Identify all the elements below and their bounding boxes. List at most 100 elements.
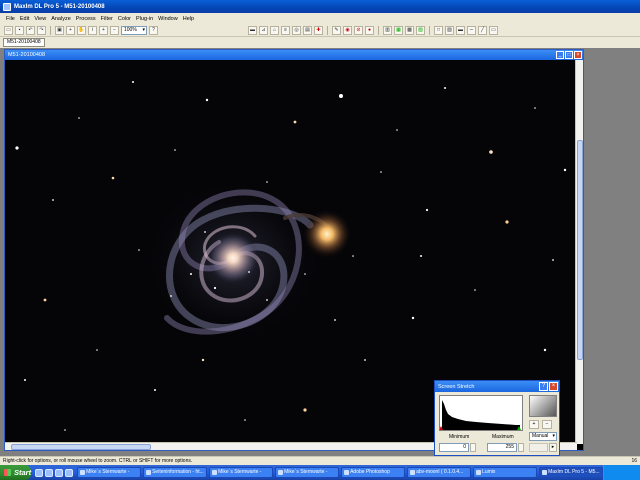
stretch-mode-select[interactable]: Manual	[529, 432, 557, 441]
maximum-spinner[interactable]	[518, 443, 524, 452]
hand-icon[interactable]: ✋	[77, 25, 86, 35]
toolbar-separator	[378, 25, 379, 35]
help-pointer-icon[interactable]: ?	[149, 25, 158, 35]
save-icon[interactable]: ▪	[15, 25, 24, 35]
menu-window[interactable]: Window	[158, 16, 178, 22]
status-hint: Right-click for options, or roll mouse w…	[3, 458, 193, 464]
minimize-button[interactable]: _	[556, 51, 564, 59]
app-title: MaxIm DL Pro 5 - M51-20100408	[14, 3, 105, 10]
task-item[interactable]: Mike´s Sternwarte -	[209, 467, 274, 478]
zoom-in-icon[interactable]: +	[99, 25, 108, 35]
mask-icon[interactable]: ▭	[489, 25, 498, 35]
record-icon[interactable]: ●	[365, 25, 374, 35]
camera-icon[interactable]: ▬	[248, 25, 257, 35]
help-button[interactable]: ?	[539, 382, 548, 391]
redo-icon[interactable]: ↷	[37, 25, 46, 35]
vertical-scroll-thumb[interactable]	[577, 140, 583, 360]
menu-analyze[interactable]: Analyze	[51, 16, 71, 22]
menu-process[interactable]: Process	[76, 16, 96, 22]
minimum-spinner[interactable]	[470, 443, 476, 452]
start-button[interactable]: Start	[0, 465, 32, 480]
menu-filter[interactable]: Filter	[101, 16, 113, 22]
task-item[interactable]: Lumix	[473, 467, 538, 478]
media-icon[interactable]	[65, 468, 74, 477]
image-icon[interactable]: ▨	[445, 25, 454, 35]
maximize-button[interactable]: □	[565, 51, 573, 59]
crosshair-icon[interactable]: +	[66, 25, 75, 35]
observatory-icon[interactable]: ⌂	[270, 25, 279, 35]
close-button[interactable]: ×	[574, 51, 582, 59]
zoom-out-icon[interactable]: −	[110, 25, 119, 35]
status-bar: Right-click for options, or roll mouse w…	[0, 456, 640, 465]
task-item[interactable]: Adobe Photoshop	[341, 467, 406, 478]
system-tray	[603, 465, 640, 480]
stop-icon[interactable]: ⊘	[354, 25, 363, 35]
close-button[interactable]: ×	[549, 382, 558, 391]
screen-stretch-controls: ? ×	[539, 382, 558, 391]
apply-button[interactable]	[529, 443, 548, 452]
calibrate-icon[interactable]: ▤	[303, 25, 312, 35]
pencil-icon[interactable]: ✎	[332, 25, 341, 35]
galaxy-core	[207, 232, 259, 284]
menu-file[interactable]: File	[6, 16, 15, 22]
vertical-scrollbar[interactable]	[575, 60, 583, 444]
undo-icon[interactable]: ↶	[26, 25, 35, 35]
menu-view[interactable]: View	[34, 16, 46, 22]
screen-stretch-titlebar[interactable]: Screen Stretch ? ×	[435, 381, 559, 392]
task-item[interactable]: Seiteninformation - ht...	[143, 467, 208, 478]
mark-icon[interactable]: ✚	[314, 25, 323, 35]
app-titlebar: MaxIm DL Pro 5 - M51-20100408	[0, 0, 640, 13]
desktop-icon[interactable]	[55, 468, 64, 477]
task-item-active[interactable]: MaxIm DL Pro 5 - M5...	[539, 467, 604, 478]
zoom-in-icon[interactable]: +	[529, 420, 539, 429]
film-icon[interactable]: ▬	[456, 25, 465, 35]
histogram-plot	[439, 400, 521, 430]
histogram-zoom-buttons: + −	[529, 420, 552, 429]
toolbar-separator	[429, 25, 430, 35]
main-toolbar: ▭ ▪ ↶ ↷ ▣ + ✋ i + − 100% ? ▬ ⊿ ⌂ ≡ ◎ ▤ ✚…	[0, 24, 640, 37]
info-icon[interactable]: i	[88, 25, 97, 35]
line-icon[interactable]: ╱	[478, 25, 487, 35]
companion-galaxy	[303, 210, 351, 258]
zoom-select[interactable]: 100%	[121, 25, 147, 35]
select-icon[interactable]: ▣	[55, 25, 64, 35]
status-right: 16	[631, 458, 637, 464]
horizontal-scroll-thumb[interactable]	[11, 444, 151, 450]
browser-icon[interactable]	[35, 468, 44, 477]
zoom-out-icon[interactable]: −	[542, 420, 552, 429]
histogram[interactable]	[439, 395, 523, 431]
task-item[interactable]: Mike´s Sternwarte -	[77, 467, 142, 478]
target-icon[interactable]: ◉	[343, 25, 352, 35]
maximum-label: Maximum	[492, 434, 514, 440]
curve-icon[interactable]: ∼	[467, 25, 476, 35]
table-icon[interactable]: ▩	[405, 25, 414, 35]
workspace: M51-20100408 _ □ × Screen Stretch ? × + …	[0, 48, 640, 456]
sequence-icon[interactable]: ≡	[281, 25, 290, 35]
maximum-input[interactable]: 255	[487, 443, 517, 452]
task-item[interactable]: abv-moonl ( 0.1.0.4...	[407, 467, 472, 478]
stack-icon[interactable]: ▧	[416, 25, 425, 35]
image-window-titlebar[interactable]: M51-20100408 _ □ ×	[5, 50, 583, 60]
app-icon	[3, 2, 11, 11]
histogram-icon[interactable]: ▥	[383, 25, 392, 35]
task-item[interactable]: Mike´s Sternwarte -	[275, 467, 340, 478]
toolbar-separator	[50, 25, 51, 35]
firefox-icon[interactable]	[45, 468, 54, 477]
open-icon[interactable]: ▭	[4, 25, 13, 35]
task-items: Mike´s Sternwarte - Seiteninformation - …	[77, 467, 604, 478]
menu-plugin[interactable]: Plug-in	[136, 16, 153, 22]
telescope-icon[interactable]: ⊿	[259, 25, 268, 35]
minimum-input[interactable]: 0	[439, 443, 469, 452]
window-controls: _ □ ×	[556, 51, 582, 59]
expand-button[interactable]: ▸	[549, 443, 557, 452]
menu-edit[interactable]: Edit	[20, 16, 29, 22]
screen-stretch-title: Screen Stretch	[438, 383, 475, 390]
menu-help[interactable]: Help	[183, 16, 194, 22]
toolbar-separator	[327, 25, 328, 35]
menu-color[interactable]: Color	[118, 16, 131, 22]
focus-icon[interactable]: ◎	[292, 25, 301, 35]
image-window-title: M51-20100408	[8, 52, 46, 58]
window-icon[interactable]: □	[434, 25, 443, 35]
document-tab[interactable]: M51-20100408	[3, 38, 45, 47]
graph-icon[interactable]: ▦	[394, 25, 403, 35]
